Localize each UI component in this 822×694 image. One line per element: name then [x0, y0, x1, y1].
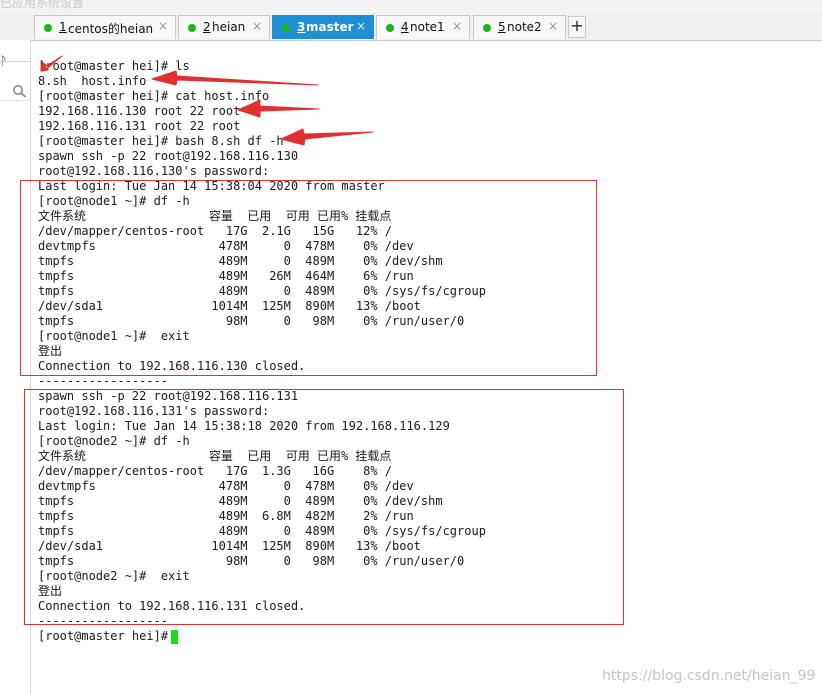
- watermark: https://blog.csdn.net/heian_99: [602, 668, 816, 684]
- arrow-to-prompt: [40, 55, 63, 72]
- arrow-to-ls-output: [151, 70, 319, 86]
- arrow-to-host-info: [237, 99, 320, 118]
- arrow-to-bash-command: [280, 128, 374, 146]
- annotation-arrows: [40, 55, 374, 146]
